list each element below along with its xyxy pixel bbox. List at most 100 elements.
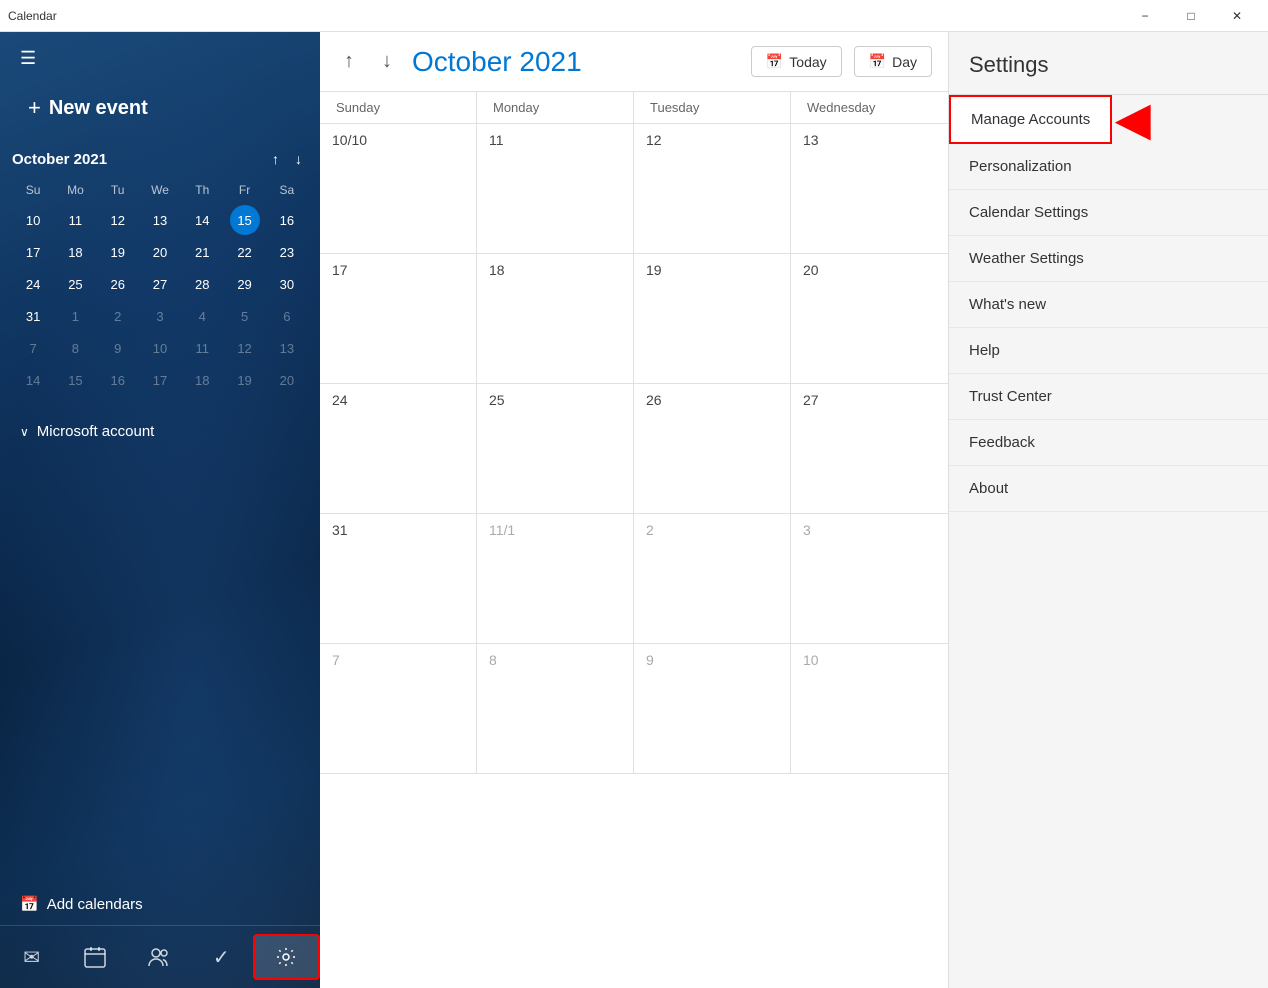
mini-cal-day[interactable]: 1 (60, 301, 90, 331)
mini-cal-day[interactable]: 8 (60, 333, 90, 363)
calendar-cell[interactable]: 18 (477, 254, 634, 383)
settings-menu-item[interactable]: Calendar Settings (949, 190, 1268, 236)
calendar-cell[interactable]: 2 (634, 514, 791, 643)
mini-cal-day[interactable]: 20 (145, 237, 175, 267)
mini-cal-day[interactable]: 5 (230, 301, 260, 331)
today-calendar-icon: 📅 (766, 53, 783, 70)
cal-prev-button[interactable]: ↑ (336, 44, 362, 79)
day-name-tu: Tu (97, 179, 139, 201)
settings-menu-item[interactable]: What's new (949, 282, 1268, 328)
mini-cal-day[interactable]: 11 (60, 205, 90, 235)
mini-cal-day[interactable]: 20 (272, 365, 302, 395)
mini-cal-day[interactable]: 22 (230, 237, 260, 267)
mini-cal-day[interactable]: 9 (103, 333, 133, 363)
minimize-button[interactable]: − (1122, 0, 1168, 32)
mini-cal-day[interactable]: 11 (187, 333, 217, 363)
mini-cal-day[interactable]: 31 (18, 301, 48, 331)
calendar-cell[interactable]: 10/10 (320, 124, 477, 253)
mini-cal-day[interactable]: 28 (187, 269, 217, 299)
settings-menu-item[interactable]: Personalization (949, 144, 1268, 190)
mini-cal-day[interactable]: 17 (145, 365, 175, 395)
account-section[interactable]: ∨ Microsoft account (12, 415, 308, 448)
calendar-cell[interactable]: 10 (791, 644, 948, 773)
settings-menu-item[interactable]: About (949, 466, 1268, 512)
close-button[interactable]: ✕ (1214, 0, 1260, 32)
mini-cal-day[interactable]: 4 (187, 301, 217, 331)
mini-cal-day[interactable]: 15 (60, 365, 90, 395)
day-name-su: Su (12, 179, 54, 201)
cell-date-number: 10/10 (332, 132, 367, 148)
nav-people-button[interactable] (126, 936, 189, 978)
maximize-button[interactable]: □ (1168, 0, 1214, 32)
nav-mail-button[interactable]: ✉ (0, 935, 63, 980)
mini-cal-day[interactable]: 6 (272, 301, 302, 331)
nav-calendar-button[interactable] (63, 936, 126, 978)
mini-cal-day[interactable]: 13 (145, 205, 175, 235)
calendar-cell[interactable]: 26 (634, 384, 791, 513)
calendar-cell[interactable]: 27 (791, 384, 948, 513)
calendar-cell[interactable]: 31 (320, 514, 477, 643)
cell-date-number: 17 (332, 262, 348, 278)
mini-cal-day[interactable]: 14 (18, 365, 48, 395)
calendar-cell[interactable]: 9 (634, 644, 791, 773)
plus-icon: + (28, 95, 41, 121)
mini-cal-day[interactable]: 18 (60, 237, 90, 267)
mini-cal-day[interactable]: 16 (272, 205, 302, 235)
settings-menu-item[interactable]: Help (949, 328, 1268, 374)
mini-cal-day[interactable]: 30 (272, 269, 302, 299)
calendar-cell[interactable]: 8 (477, 644, 634, 773)
mini-cal-day[interactable]: 3 (145, 301, 175, 331)
mini-cal-day[interactable]: 12 (230, 333, 260, 363)
add-calendars-button[interactable]: 📅 Add calendars (4, 883, 316, 925)
cell-date-number: 2 (646, 522, 654, 538)
calendar-cell[interactable]: 19 (634, 254, 791, 383)
calendar-cell[interactable]: 12 (634, 124, 791, 253)
nav-tasks-button[interactable]: ✓ (190, 935, 253, 980)
hamburger-button[interactable]: ☰ (12, 40, 44, 77)
mini-cal-day[interactable]: 18 (187, 365, 217, 395)
calendar-cell[interactable]: 11/1 (477, 514, 634, 643)
cal-next-button[interactable]: ↓ (374, 44, 400, 79)
mini-cal-day[interactable]: 25 (60, 269, 90, 299)
mini-cal-day[interactable]: 10 (145, 333, 175, 363)
calendar-cell[interactable]: 20 (791, 254, 948, 383)
calendar-cell[interactable]: 3 (791, 514, 948, 643)
cal-today-button[interactable]: 📅 Today (751, 46, 842, 77)
settings-menu-item[interactable]: Trust Center (949, 374, 1268, 420)
calendar-cell[interactable]: 24 (320, 384, 477, 513)
settings-menu-item[interactable]: Weather Settings (949, 236, 1268, 282)
calendar-cell[interactable]: 11 (477, 124, 634, 253)
mini-cal-day[interactable]: 19 (103, 237, 133, 267)
mini-cal-day[interactable]: 12 (103, 205, 133, 235)
calendar-cell[interactable]: 25 (477, 384, 634, 513)
mini-cal-day[interactable]: 19 (230, 365, 260, 395)
cell-date-number: 7 (332, 652, 340, 668)
mini-cal-day[interactable]: 26 (103, 269, 133, 299)
settings-menu-item[interactable]: Manage Accounts (949, 95, 1112, 144)
sidebar: ☰ + New event October 2021 ↑ ↓ Su (0, 32, 320, 988)
mini-cal-day[interactable]: 21 (187, 237, 217, 267)
calendar-cell[interactable]: 13 (791, 124, 948, 253)
cell-date-number: 31 (332, 522, 348, 538)
mini-cal-day[interactable]: 23 (272, 237, 302, 267)
cal-day-button[interactable]: 📅 Day (854, 46, 932, 77)
mini-cal-day[interactable]: 7 (18, 333, 48, 363)
mini-cal-prev[interactable]: ↑ (266, 147, 285, 171)
mini-cal-day[interactable]: 10 (18, 205, 48, 235)
mini-cal-day[interactable]: 2 (103, 301, 133, 331)
mini-cal-day[interactable]: 29 (230, 269, 260, 299)
mini-cal-day[interactable]: 13 (272, 333, 302, 363)
calendar-cell[interactable]: 7 (320, 644, 477, 773)
settings-menu-item[interactable]: Feedback (949, 420, 1268, 466)
mini-cal-day[interactable]: 17 (18, 237, 48, 267)
mini-cal-next[interactable]: ↓ (289, 147, 308, 171)
nav-settings-button[interactable] (253, 934, 320, 980)
calendar-cell[interactable]: 17 (320, 254, 477, 383)
mini-cal-day[interactable]: 16 (103, 365, 133, 395)
new-event-button[interactable]: + New event (12, 85, 308, 131)
mini-cal-day[interactable]: 15 (230, 205, 260, 235)
calendar-week: 31 11/1 2 3 (320, 514, 948, 644)
mini-cal-day[interactable]: 27 (145, 269, 175, 299)
mini-cal-day[interactable]: 14 (187, 205, 217, 235)
mini-cal-day[interactable]: 24 (18, 269, 48, 299)
